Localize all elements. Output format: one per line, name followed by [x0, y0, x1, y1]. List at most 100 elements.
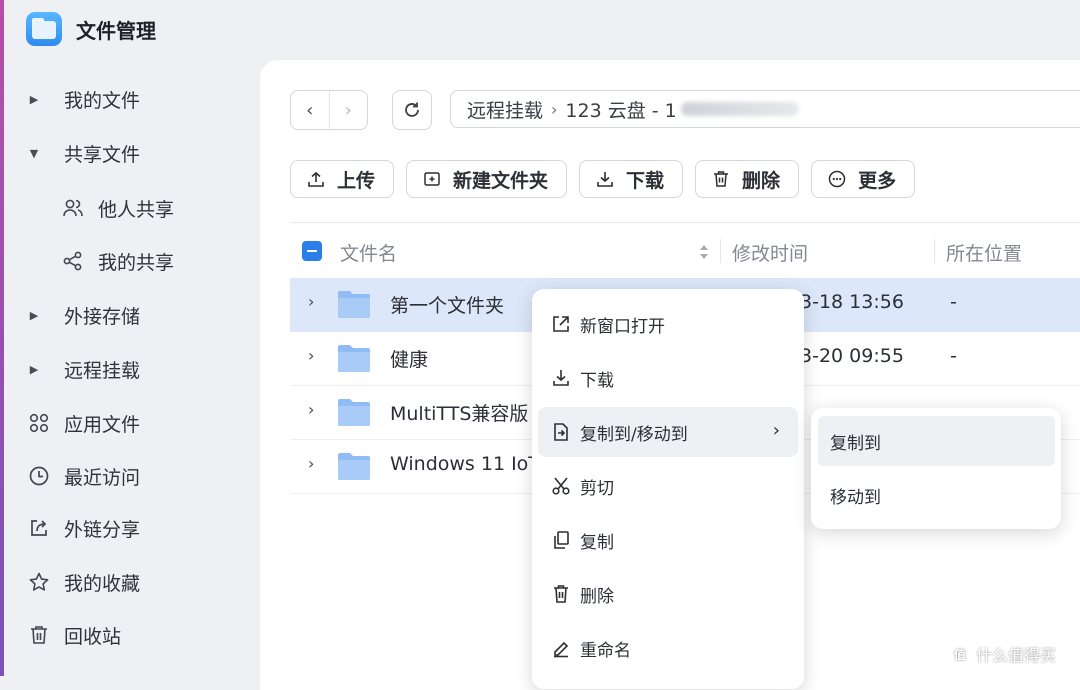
download-label: 下载: [626, 169, 665, 192]
download-button[interactable]: 下载: [579, 160, 684, 198]
apps-grid-icon: [28, 412, 50, 434]
copy-move-icon: [550, 421, 572, 443]
upload-label: 上传: [337, 169, 376, 192]
sidebar-item-app-files[interactable]: 应用文件: [28, 408, 140, 438]
column-header-name[interactable]: 文件名: [340, 239, 397, 266]
menu-item-label: 复制: [580, 532, 614, 553]
external-share-icon: [28, 517, 50, 539]
chevron-right-icon: ›: [551, 99, 558, 119]
chevron-right-icon[interactable]: ›: [308, 454, 314, 473]
scissors-icon: [550, 475, 572, 497]
sort-icon[interactable]: [698, 241, 710, 263]
menu-item-open-new-window[interactable]: 新窗口打开: [538, 299, 798, 349]
more-dots-icon: [828, 170, 846, 188]
caret-right-icon: ▶: [29, 362, 39, 376]
trash-icon: [712, 170, 730, 188]
open-new-window-icon: [550, 313, 572, 335]
sidebar-item-trash[interactable]: 回收站: [28, 620, 121, 650]
sidebar-item-my-files[interactable]: ▶ 我的文件: [28, 84, 140, 114]
trash-icon: [550, 583, 572, 605]
pencil-icon: [550, 637, 572, 659]
folder-icon: [336, 342, 372, 374]
sidebar-item-label: 他人共享: [98, 198, 175, 221]
chevron-right-icon[interactable]: ›: [308, 400, 314, 419]
chevron-right-icon: ›: [772, 420, 780, 441]
column-header-location[interactable]: 所在位置: [946, 239, 1022, 266]
upload-button[interactable]: 上传: [290, 160, 395, 198]
new-folder-label: 新建文件夹: [453, 169, 549, 192]
select-all-checkbox[interactable]: [302, 241, 322, 261]
column-divider[interactable]: [720, 239, 721, 263]
menu-item-cut[interactable]: 剪切: [538, 461, 798, 511]
file-name: 第一个文件夹: [390, 295, 505, 317]
sidebar-item-label: 我的共享: [98, 251, 175, 274]
sidebar-item-label: 我的文件: [64, 89, 141, 112]
sidebar-item-remote-mount[interactable]: ▶ 远程挂载: [28, 354, 140, 384]
breadcrumb-item[interactable]: 远程挂载: [467, 96, 543, 123]
sidebar-item-shared-files[interactable]: ▼ 共享文件: [28, 138, 140, 168]
sidebar-item-recent[interactable]: 最近访问: [28, 461, 140, 491]
sidebar-item-label: 外链分享: [64, 518, 141, 541]
column-divider[interactable]: [934, 239, 935, 263]
table-header: 文件名 修改时间 所在位置: [290, 222, 1080, 279]
refresh-icon: [402, 100, 422, 120]
menu-item-rename[interactable]: 重命名: [538, 623, 798, 673]
menu-item-copy[interactable]: 复制: [538, 515, 798, 565]
app-title: 文件管理: [76, 18, 156, 43]
share-icon: [62, 250, 84, 272]
new-folder-icon: [423, 170, 441, 188]
menu-item-label: 删除: [580, 586, 614, 607]
file-mtime: 3-18 13:56: [800, 291, 904, 313]
copy-icon: [550, 529, 572, 551]
menu-item-download[interactable]: 下载: [538, 353, 798, 403]
sidebar-item-label: 共享文件: [64, 143, 141, 166]
sidebar-item-label: 我的收藏: [64, 572, 141, 595]
column-header-mtime[interactable]: 修改时间: [732, 239, 808, 266]
menu-item-delete[interactable]: 删除: [538, 569, 798, 619]
delete-button[interactable]: 删除: [695, 160, 800, 198]
sidebar-item-label: 远程挂载: [64, 359, 141, 382]
delete-label: 删除: [742, 169, 781, 192]
menu-item-label: 复制到/移动到: [580, 424, 688, 445]
file-location: -: [950, 345, 957, 367]
download-icon: [596, 170, 614, 188]
chevron-right-icon[interactable]: ›: [308, 346, 314, 365]
breadcrumb-item-current[interactable]: 123 云盘 - 1: [565, 96, 676, 123]
sidebar-item-shared-with-me[interactable]: 他人共享: [62, 193, 174, 223]
caret-down-icon: ▼: [29, 146, 39, 160]
chevron-right-icon[interactable]: ›: [308, 292, 314, 311]
sidebar-item-link-share[interactable]: 外链分享: [28, 513, 140, 543]
sidebar-item-favorites[interactable]: 我的收藏: [28, 567, 140, 597]
context-menu: 新窗口打开 下载 复制到/移动到 › 剪切 复制 删除 重命名: [532, 289, 804, 689]
file-mtime: 3-20 09:55: [800, 345, 904, 367]
caret-right-icon: ▶: [29, 92, 39, 106]
redacted-text: [680, 102, 799, 116]
more-button[interactable]: 更多: [811, 160, 916, 198]
submenu-item-move-to[interactable]: 移动到: [818, 470, 1055, 520]
sidebar-item-label: 回收站: [64, 625, 122, 648]
menu-item-label: 下载: [580, 370, 614, 391]
app-header: 文件管理: [26, 12, 156, 46]
folder-icon: [336, 288, 372, 320]
menu-item-copy-move[interactable]: 复制到/移动到 ›: [538, 407, 798, 457]
download-icon: [550, 367, 572, 389]
forward-button[interactable]: ›: [328, 91, 368, 129]
sidebar: 文件管理 ▶ 我的文件 ▼ 共享文件 他人共享 我的共享 ▶ 外接存储 ▶ 远程…: [4, 0, 260, 676]
new-folder-button[interactable]: 新建文件夹: [406, 160, 568, 198]
menu-item-label: 新窗口打开: [580, 316, 665, 337]
file-name: Windows 11 IoT: [390, 453, 540, 475]
folder-icon: [336, 450, 372, 482]
back-button[interactable]: ‹: [291, 91, 329, 129]
sidebar-item-external-storage[interactable]: ▶ 外接存储: [28, 300, 140, 330]
history-nav: ‹ ›: [290, 90, 368, 130]
chevron-left-icon: ‹: [306, 99, 314, 121]
refresh-button[interactable]: [392, 90, 432, 130]
sidebar-item-label: 最近访问: [64, 466, 141, 489]
star-icon: [28, 571, 50, 593]
upload-icon: [307, 170, 325, 188]
file-name: 健康: [390, 349, 429, 371]
breadcrumb[interactable]: 远程挂载 › 123 云盘 - 1: [450, 90, 1080, 128]
watermark: 值 什么值得买: [950, 642, 1056, 666]
submenu-item-copy-to[interactable]: 复制到: [818, 416, 1055, 466]
sidebar-item-my-shares[interactable]: 我的共享: [62, 246, 174, 276]
